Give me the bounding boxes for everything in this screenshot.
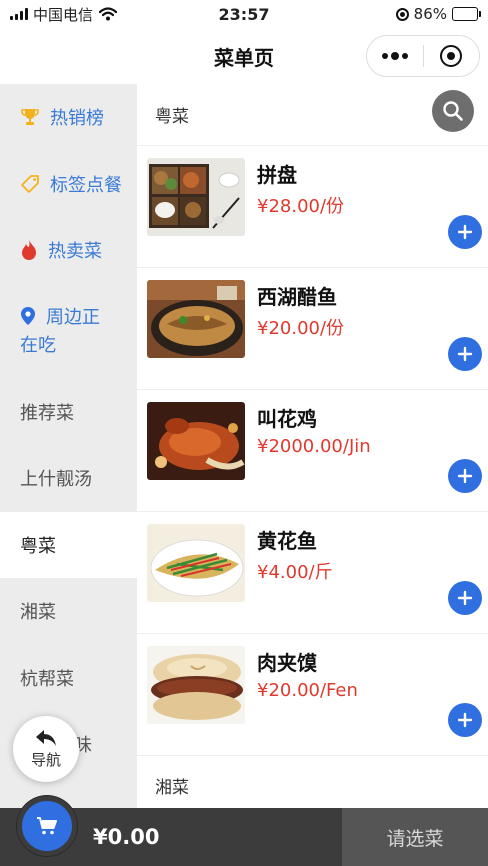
- dish-name: 肉夹馍: [257, 651, 317, 675]
- sidebar-item-tag-order[interactable]: 标签点餐: [0, 151, 137, 218]
- dish-image: [147, 646, 245, 724]
- dish-price: ¥2000.00/Jin: [257, 436, 371, 457]
- orientation-lock-icon: [395, 7, 409, 21]
- add-to-cart-button[interactable]: [448, 215, 482, 249]
- plus-icon: [457, 346, 473, 362]
- sidebar-item-label: 热销榜: [50, 108, 104, 130]
- sidebar-item-nearby[interactable]: 周边正在吃: [0, 284, 137, 379]
- battery-icon: [452, 7, 481, 21]
- category-sidebar: 热销榜 标签点餐 热卖菜 周边正在吃 推荐菜 上什靓汤 粤菜 湘菜 杭帮菜 特色…: [0, 84, 137, 808]
- cart-icon: [37, 817, 57, 835]
- navigation-guide-button[interactable]: 导航: [13, 716, 79, 782]
- search-button[interactable]: [432, 90, 474, 132]
- add-to-cart-button[interactable]: [448, 337, 482, 371]
- section-title: 湘菜: [155, 778, 189, 798]
- sidebar-item-label: 粤菜: [20, 535, 56, 557]
- dish-name: 叫花鸡: [257, 407, 317, 431]
- dish-item[interactable]: 拼盘 ¥28.00/份: [137, 146, 488, 268]
- status-bar: 中国电信 23:57 86%: [0, 0, 488, 28]
- plus-icon: [457, 712, 473, 728]
- flame-icon: [20, 239, 38, 261]
- sidebar-item-label: 上什靓汤: [20, 469, 92, 491]
- dish-price: ¥28.00/份: [257, 196, 345, 217]
- choose-dish-button[interactable]: 请选菜: [342, 808, 488, 866]
- add-to-cart-button[interactable]: [448, 459, 482, 493]
- sidebar-item-soup[interactable]: 上什靓汤: [0, 445, 137, 512]
- dish-price: ¥20.00/份: [257, 318, 345, 339]
- dish-item[interactable]: 西湖醋鱼 ¥20.00/份: [137, 268, 488, 390]
- dish-price: ¥20.00/Fen: [257, 680, 358, 701]
- dish-name: 西湖醋鱼: [257, 285, 337, 309]
- trophy-icon: [20, 107, 40, 127]
- plus-icon: [457, 224, 473, 240]
- cart-total: ¥0.00: [93, 825, 160, 849]
- more-icon[interactable]: [367, 52, 423, 60]
- sidebar-item-label: 热卖菜: [48, 241, 102, 263]
- section-header: 湘菜: [137, 756, 488, 808]
- dish-image: [147, 158, 245, 236]
- guide-label: 导航: [30, 750, 61, 769]
- sidebar-item-hangzhou[interactable]: 杭帮菜: [0, 645, 137, 712]
- dish-list: 粤菜 拼盘 ¥28.00/份 西湖醋鱼 ¥20.00/份 叫花鸡 ¥2000.0…: [137, 84, 488, 808]
- dish-price: ¥4.00/斤: [257, 562, 333, 583]
- dish-item[interactable]: 肉夹馍 ¥20.00/Fen: [137, 634, 488, 756]
- carrier-name: 中国电信: [33, 5, 94, 24]
- battery-percent: 86%: [413, 5, 447, 23]
- close-mini-program-icon[interactable]: [424, 45, 480, 67]
- dish-image: [147, 280, 245, 358]
- sidebar-item-hunan[interactable]: 湘菜: [0, 578, 137, 645]
- dish-name: 拼盘: [257, 163, 297, 187]
- search-icon: [443, 101, 463, 121]
- dish-image: [147, 402, 245, 480]
- sidebar-item-label: 推荐菜: [20, 402, 74, 424]
- dish-name: 黄花鱼: [257, 529, 317, 553]
- sidebar-item-label: 湘菜: [20, 602, 56, 624]
- sidebar-item-recommended[interactable]: 推荐菜: [0, 379, 137, 446]
- navigation-bar: 菜单页: [0, 28, 488, 84]
- dish-item[interactable]: 黄花鱼 ¥4.00/斤: [137, 512, 488, 634]
- sidebar-item-hot-list[interactable]: 热销榜: [0, 84, 137, 151]
- location-pin-icon: [20, 306, 36, 326]
- wifi-icon: [99, 7, 118, 21]
- cart-button[interactable]: [17, 796, 77, 856]
- signal-icon: [10, 8, 28, 20]
- mini-program-capsule: [366, 35, 480, 77]
- back-arrow-icon: [36, 729, 56, 746]
- dish-item[interactable]: 叫花鸡 ¥2000.00/Jin: [137, 390, 488, 512]
- sidebar-item-label: 标签点餐: [50, 174, 122, 196]
- sidebar-item-cantonese[interactable]: 粤菜: [0, 511, 137, 578]
- add-to-cart-button[interactable]: [448, 703, 482, 737]
- sidebar-item-hot-sale[interactable]: 热卖菜: [0, 217, 137, 284]
- tag-icon: [20, 174, 40, 194]
- sidebar-item-label: 杭帮菜: [20, 668, 74, 690]
- section-title: 粤菜: [155, 106, 189, 127]
- dish-image: [147, 524, 245, 602]
- add-to-cart-button[interactable]: [448, 581, 482, 615]
- page-title: 菜单页: [214, 45, 274, 70]
- plus-icon: [457, 468, 473, 484]
- plus-icon: [457, 590, 473, 606]
